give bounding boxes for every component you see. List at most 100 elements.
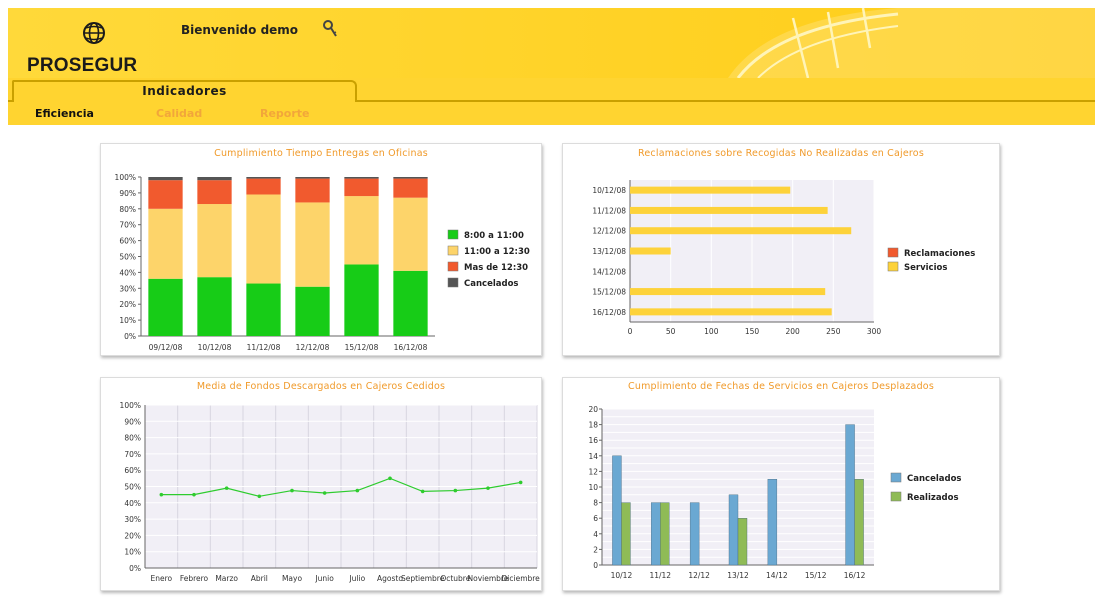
bar <box>689 502 700 566</box>
bar <box>630 227 852 235</box>
bar-segment <box>295 202 330 287</box>
x-tick-label: Octubre <box>440 574 470 583</box>
data-point <box>388 476 392 481</box>
x-tick-label: 150 <box>745 327 760 336</box>
bar-segment <box>393 177 428 179</box>
bar-segment <box>197 277 232 336</box>
legend-label: Reclamaciones <box>904 249 975 259</box>
y-tick-label: 10% <box>124 548 141 557</box>
legend-label: Realizados <box>907 493 959 503</box>
x-tick-label: 200 <box>786 327 801 336</box>
x-tick-label: 16/12/08 <box>394 343 428 352</box>
header: PROSEGUR Bienvenido demo <box>8 8 1095 78</box>
x-tick-label: Mayo <box>282 574 303 583</box>
bar <box>854 478 864 566</box>
y-tick-label: 90% <box>124 417 141 426</box>
bar-segment <box>197 204 232 278</box>
bar <box>621 502 631 566</box>
header-decoration <box>728 8 1095 78</box>
data-point <box>257 494 262 499</box>
legend-swatch <box>447 277 459 288</box>
x-tick-label: 09/12/08 <box>149 343 183 352</box>
x-tick-label: Enero <box>151 574 173 583</box>
y-tick-label: 70% <box>124 450 141 459</box>
y-tick-label: 100% <box>115 173 136 182</box>
bar <box>660 502 670 566</box>
y-tick-label: 8 <box>593 499 598 508</box>
tab-indicadores[interactable]: Indicadores <box>12 80 357 102</box>
x-tick-label: Abril <box>251 574 268 583</box>
legend-label: Cancelados <box>464 279 518 289</box>
chart-fondos: 0% 10% 20% 30% 40% 50% 60% 70% 80% 90% 100% Enero Fe… <box>120 401 541 583</box>
legend-swatch <box>447 245 459 256</box>
bar <box>612 455 622 566</box>
data-point <box>159 492 164 497</box>
y-tick-label: 20% <box>124 531 141 540</box>
y-tick-label: 2 <box>593 545 598 554</box>
legend-label: Mas de 12:30 <box>464 263 528 273</box>
bar-segment <box>393 197 428 271</box>
x-tick-label: 50 <box>666 327 676 336</box>
x-tick-label: 11/12 <box>649 571 671 580</box>
x-tick-label: Junio <box>314 574 334 583</box>
bar <box>630 308 832 316</box>
data-point <box>224 486 229 490</box>
bar-segment <box>393 270 428 336</box>
bar-segment <box>246 283 281 336</box>
legend-swatch <box>887 247 899 258</box>
bar-segment <box>246 177 281 179</box>
key-icon[interactable] <box>322 20 338 38</box>
y-tick-label: 12 <box>588 467 598 476</box>
y-tick-label: 14 <box>588 452 598 461</box>
y-tick-label: 0% <box>129 564 141 573</box>
bar <box>630 186 791 194</box>
x-tick-label: 300 <box>867 327 882 336</box>
chart-panel-fechas: Cumplimiento de Fechas de Servicios en C… <box>562 377 1000 591</box>
data-point <box>355 488 360 493</box>
y-tick-label: 0% <box>124 332 136 341</box>
y-tick-label: 30% <box>119 284 136 293</box>
y-tick-label: 30% <box>124 515 141 524</box>
brand-logo: PROSEGUR <box>27 55 138 76</box>
data-point <box>518 480 523 485</box>
bar <box>845 424 855 566</box>
bar-segment <box>197 180 232 205</box>
y-tick-label: 50% <box>119 253 136 262</box>
welcome-text: Bienvenido demo <box>181 23 299 37</box>
chart-reclamaciones: 0 50 100 150 200 250 300 10/12/08 11/12/08 12/12/… <box>592 180 975 336</box>
x-tick-label: 15/12/08 <box>345 343 379 352</box>
bar-segment <box>393 178 428 198</box>
subtab-reporte[interactable]: Reporte <box>260 107 310 120</box>
legend-label: 11:00 a 12:30 <box>464 247 530 257</box>
bar-segment <box>344 177 379 179</box>
x-tick-label: Septiembre <box>401 574 445 583</box>
bar-segment <box>148 278 183 336</box>
data-point <box>453 488 458 493</box>
y-tick-label: 20 <box>588 405 598 414</box>
y-tick-label: 80% <box>119 205 136 214</box>
bar <box>728 494 739 566</box>
x-tick-label: 15/12 <box>805 571 827 580</box>
y-tick-label: 40% <box>119 268 136 277</box>
y-tick-label: 60% <box>124 466 141 475</box>
bar <box>630 288 826 296</box>
legend-swatch <box>887 261 899 272</box>
legend-label: Servicios <box>904 263 947 273</box>
x-tick-label: Marzo <box>215 574 238 583</box>
chart-title: Reclamaciones sobre Recogidas No Realiza… <box>638 148 924 159</box>
bar <box>630 247 671 255</box>
data-point <box>290 488 294 493</box>
chart-title: Cumplimiento de Fechas de Servicios en C… <box>628 381 934 392</box>
x-tick-label: 16/12 <box>844 571 866 580</box>
plot-background <box>141 177 435 336</box>
subtab-eficiencia[interactable]: Eficiencia <box>35 107 94 120</box>
y-tick-label: 15/12/08 <box>592 288 626 297</box>
y-tick-label: 40% <box>124 499 141 508</box>
y-tick-label: 13/12/08 <box>592 247 626 256</box>
nav-bar: Indicadores Eficiencia Calidad Reporte <box>8 78 1095 125</box>
bar <box>767 478 778 566</box>
subtab-calidad[interactable]: Calidad <box>156 107 202 120</box>
y-tick-label: 12/12/08 <box>592 227 626 236</box>
globe-icon <box>83 22 105 44</box>
x-tick-label: 13/12 <box>727 571 749 580</box>
